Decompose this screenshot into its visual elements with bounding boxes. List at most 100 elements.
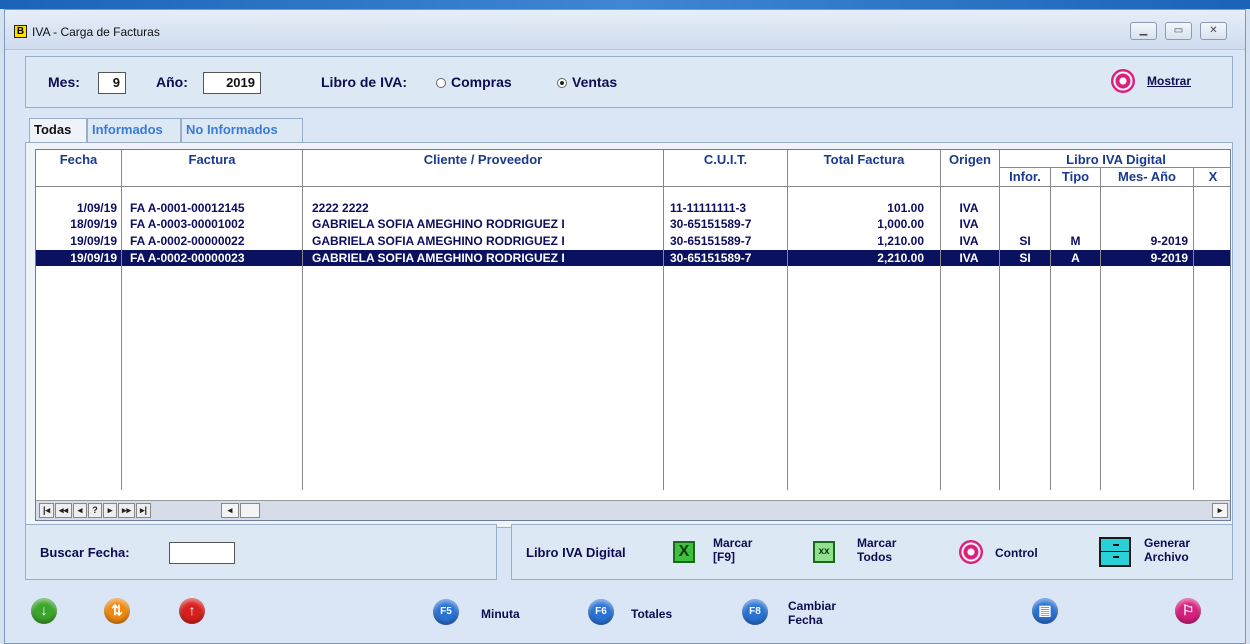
compras-radio[interactable] <box>436 78 446 88</box>
cambiar-label-1[interactable]: Cambiar <box>788 599 836 613</box>
marcar-label-2[interactable]: [F9] <box>713 550 735 564</box>
document-icon[interactable]: ▤ <box>1032 598 1058 624</box>
totales-button[interactable]: Totales <box>631 607 672 621</box>
swap-arrows-icon[interactable]: ⇅ <box>104 598 130 624</box>
cell-total: 2,210.00 <box>877 251 924 265</box>
title-bar: B IVA - Carga de Facturas ▁ ▭ ✕ <box>5 10 1245 50</box>
cell-origen: IVA <box>959 251 979 265</box>
f6-key-icon[interactable]: F6 <box>588 599 614 625</box>
first-record-button[interactable]: |◂ <box>39 503 54 518</box>
filter-panel: Mes: 9 Año: 2019 Libro de IVA: Compras V… <box>25 56 1233 108</box>
window-title: IVA - Carga de Facturas <box>32 25 160 39</box>
ventas-radio[interactable] <box>557 78 567 88</box>
cell-infor: SI <box>1019 234 1031 248</box>
f5-key-icon[interactable]: F5 <box>433 599 459 625</box>
desktop-top-strip <box>0 0 1250 9</box>
close-button[interactable]: ✕ <box>1200 22 1227 40</box>
anio-label: Año: <box>156 74 188 90</box>
mes-label: Mes: <box>48 74 80 90</box>
col-header-infor[interactable]: Infor. <box>1000 169 1050 184</box>
control-button[interactable]: Control <box>995 546 1038 560</box>
cell-mes-anio: 9-2019 <box>1150 251 1188 265</box>
next-record-button[interactable]: ▸ <box>103 503 117 518</box>
mostrar-button[interactable]: Mostrar <box>1147 74 1191 88</box>
f8-key-icon[interactable]: F8 <box>742 599 768 625</box>
cell-fecha: 19/09/19 <box>70 251 117 265</box>
generar-archivo-icon[interactable] <box>1099 537 1131 567</box>
buscar-fecha-input[interactable] <box>169 542 235 564</box>
mes-input[interactable]: 9 <box>98 72 126 94</box>
tab-informados[interactable]: Informados <box>87 118 181 142</box>
generar-label-2[interactable]: Archivo <box>1144 550 1189 564</box>
maximize-button[interactable]: ▭ <box>1165 22 1192 40</box>
col-header-x[interactable]: X <box>1194 169 1230 184</box>
cell-fecha: 18/09/19 <box>70 217 117 231</box>
header-bottom-line <box>36 186 1230 187</box>
col-header-factura[interactable]: Factura <box>122 152 302 167</box>
anio-input[interactable]: 2019 <box>203 72 261 94</box>
minimize-button[interactable]: ▁ <box>1130 22 1157 40</box>
cell-mes-anio: 9-2019 <box>1150 234 1188 248</box>
arrow-up-icon[interactable]: ↑ <box>179 598 205 624</box>
cell-cliente: 2222 2222 <box>312 201 369 215</box>
buscar-panel: Buscar Fecha: <box>25 524 497 580</box>
marcar-todos-label-1[interactable]: Marcar <box>857 536 896 550</box>
cell-cuit: 30-65151589-7 <box>670 217 752 231</box>
last-record-button[interactable]: ▸| <box>136 503 151 518</box>
marcar-todos-label-2[interactable]: Todos <box>857 550 892 564</box>
table-row[interactable]: 19/09/19 FA A-0002-00000022 GABRIELA SOF… <box>36 233 1230 249</box>
table-row[interactable]: 1/09/19 FA A-0001-00012145 2222 2222 11-… <box>36 200 1230 216</box>
marcar-todos-icon[interactable]: xx <box>813 541 835 563</box>
control-eye-icon[interactable] <box>959 540 983 564</box>
cell-origen: IVA <box>959 201 979 215</box>
cell-infor: SI <box>1019 251 1031 265</box>
eye-icon[interactable] <box>1111 69 1135 93</box>
tab-no-informados[interactable]: No Informados <box>181 118 303 142</box>
cell-fecha: 19/09/19 <box>70 234 117 248</box>
col-header-total[interactable]: Total Factura <box>788 152 940 167</box>
cell-total: 101.00 <box>887 201 924 215</box>
col-header-cliente[interactable]: Cliente / Proveedor <box>303 152 663 167</box>
col-header-tipo[interactable]: Tipo <box>1051 169 1100 184</box>
compras-label[interactable]: Compras <box>451 74 512 90</box>
tab-todas[interactable]: Todas <box>29 118 87 143</box>
table-row[interactable]: 18/09/19 FA A-0003-00001002 GABRIELA SOF… <box>36 216 1230 232</box>
scroll-right-button[interactable]: ▸ <box>1212 503 1228 518</box>
cell-factura: FA A-0001-00012145 <box>130 201 245 215</box>
col-header-mes-anio[interactable]: Mes- Año <box>1101 169 1193 184</box>
col-header-cuit[interactable]: C.U.I.T. <box>664 152 787 167</box>
cell-fecha: 1/09/19 <box>76 201 117 215</box>
marcar-icon[interactable]: X <box>673 541 695 563</box>
page-forward-button[interactable]: ▸▸ <box>118 503 135 518</box>
libro-iva-label: Libro de IVA: <box>321 74 408 90</box>
page-back-button[interactable]: ◂◂ <box>55 503 72 518</box>
col-header-origen[interactable]: Origen <box>941 152 999 167</box>
scroll-left-button[interactable]: ◂ <box>221 503 239 518</box>
col-header-fecha[interactable]: Fecha <box>36 152 121 167</box>
exit-icon[interactable]: ⚐ <box>1175 598 1201 624</box>
cambiar-label-2[interactable]: Fecha <box>788 613 823 627</box>
cell-cliente: GABRIELA SOFIA AMEGHINO RODRIGUEZ I <box>312 251 565 265</box>
col-header-libro-iva-digital: Libro IVA Digital <box>1066 152 1166 167</box>
minuta-button[interactable]: Minuta <box>481 607 520 621</box>
app-icon: B <box>14 25 27 38</box>
cell-factura: FA A-0002-00000023 <box>130 251 245 265</box>
cell-cuit: 30-65151589-7 <box>670 234 752 248</box>
libro-iva-digital-label: Libro IVA Digital <box>526 545 626 560</box>
help-button[interactable]: ? <box>88 503 102 518</box>
cell-total: 1,210.00 <box>877 234 924 248</box>
cell-total: 1,000.00 <box>877 217 924 231</box>
ventas-label[interactable]: Ventas <box>572 74 617 90</box>
prev-record-button[interactable]: ◂ <box>73 503 87 518</box>
cell-cliente: GABRIELA SOFIA AMEGHINO RODRIGUEZ I <box>312 217 565 231</box>
marcar-label-1[interactable]: Marcar <box>713 536 752 550</box>
cell-tipo: A <box>1071 251 1080 265</box>
buscar-fecha-label: Buscar Fecha: <box>40 545 130 560</box>
generar-label-1[interactable]: Generar <box>1144 536 1190 550</box>
arrow-down-icon[interactable]: ↓ <box>31 598 57 624</box>
invoice-table: Fecha Factura Cliente / Proveedor C.U.I.… <box>35 149 1231 521</box>
scroll-thumb[interactable] <box>240 503 260 518</box>
record-navigator: |◂ ◂◂ ◂ ? ▸ ▸▸ ▸| ◂ ▸ <box>36 500 1230 520</box>
cell-tipo: M <box>1070 234 1081 248</box>
table-row-selected[interactable]: 19/09/19 FA A-0002-00000023 GABRIELA SOF… <box>36 250 1230 266</box>
